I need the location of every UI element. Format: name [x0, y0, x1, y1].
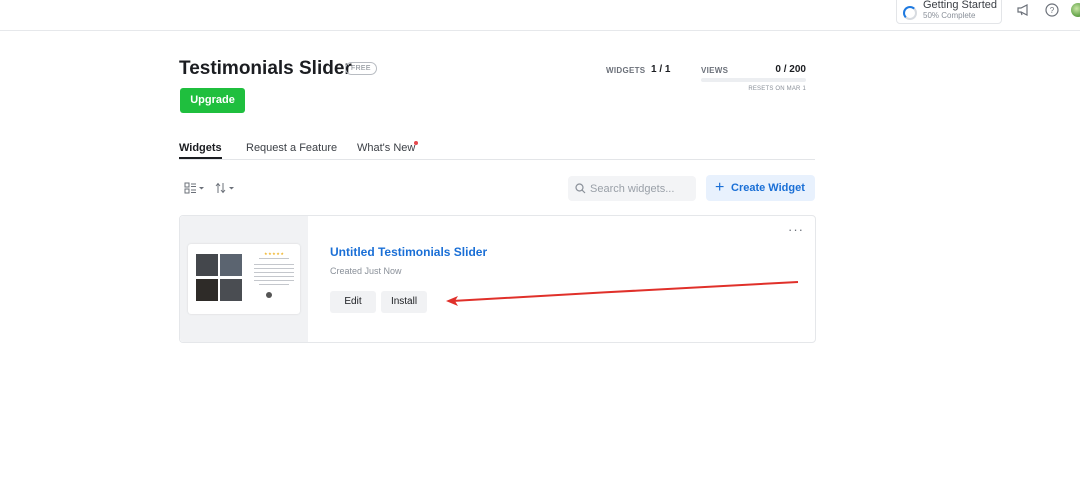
annotation-arrow: [446, 281, 799, 306]
annotation-arrow-line: [451, 281, 799, 302]
